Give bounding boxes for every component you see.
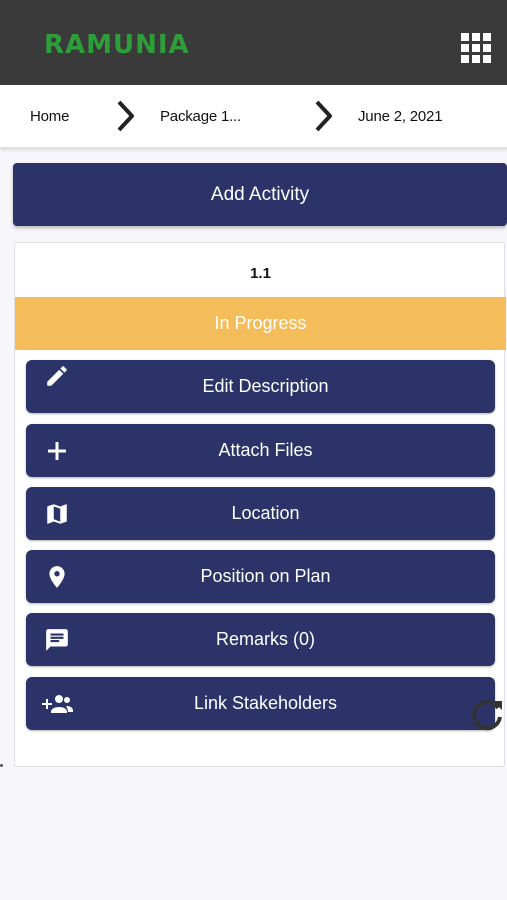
plus-icon — [43, 437, 71, 465]
edit-description-button[interactable]: Edit Description — [26, 360, 495, 413]
location-button[interactable]: Location — [26, 487, 495, 540]
attach-files-label: Attach Files — [218, 440, 313, 460]
edit-description-label: Edit Description — [202, 376, 329, 396]
breadcrumb-date[interactable]: June 2, 2021 — [358, 108, 443, 125]
ramunia-logo: RAMUNIA — [44, 30, 190, 60]
app-header: RAMUNIA — [0, 0, 507, 85]
attach-files-button[interactable]: Attach Files — [26, 424, 495, 477]
status-badge: In Progress — [15, 297, 506, 350]
map-pin-icon — [43, 563, 71, 591]
add-activity-button[interactable]: Add Activity — [13, 163, 507, 226]
remarks-button[interactable]: Remarks (0) — [26, 613, 495, 666]
chevron-right-icon — [117, 100, 134, 132]
link-stakeholders-button[interactable]: Link Stakeholders — [26, 677, 495, 730]
apps-grid-icon[interactable] — [461, 33, 491, 63]
comment-icon — [43, 626, 71, 654]
activity-number: 1.1 — [250, 265, 271, 282]
position-on-plan-button[interactable]: Position on Plan — [26, 550, 495, 603]
chevron-right-icon — [315, 100, 332, 132]
add-people-icon — [40, 690, 74, 718]
breadcrumb-home[interactable]: Home — [30, 108, 69, 125]
pencil-icon — [43, 362, 71, 390]
remarks-label: Remarks (0) — [215, 629, 315, 649]
refresh-icon[interactable] — [469, 697, 505, 733]
position-on-plan-label: Position on Plan — [200, 566, 331, 586]
activity-card: 1.1 In Progress Edit Description Attach … — [14, 242, 506, 767]
link-stakeholders-label: Link Stakeholders — [193, 693, 338, 713]
location-label: Location — [231, 503, 300, 523]
scroll-indicator — [0, 764, 3, 767]
breadcrumb-package[interactable]: Package 1... — [160, 108, 241, 125]
breadcrumb: Home Package 1... June 2, 2021 — [0, 85, 507, 148]
map-icon — [43, 500, 71, 528]
